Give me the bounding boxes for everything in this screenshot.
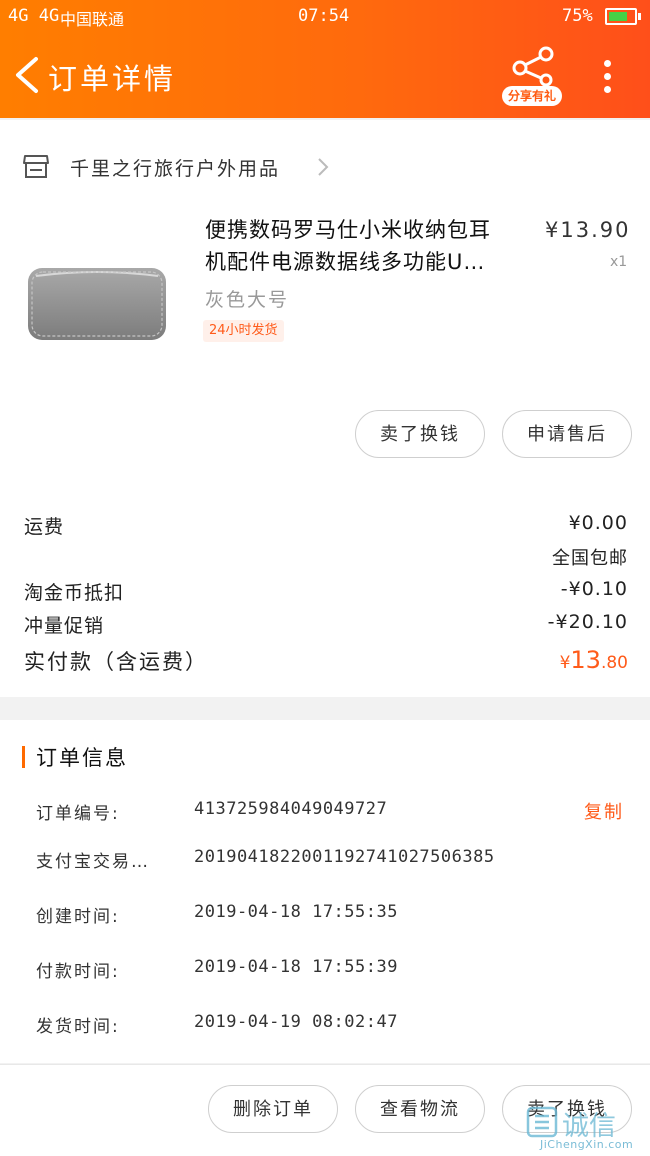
shipping-value: ¥0.00: [568, 512, 628, 534]
shipped-time-label: 发货时间:: [36, 1017, 120, 1037]
signal-indicator: 4G 4G: [8, 6, 60, 26]
created-time-label: 创建时间:: [36, 907, 120, 927]
product-variant: 灰色大号: [205, 289, 290, 311]
shipping-tag: 24小时发货: [203, 320, 284, 342]
order-info-title: 订单信息: [36, 746, 128, 770]
alipay-trade-value: 2019041822001192741027506385: [194, 847, 495, 867]
back-button[interactable]: [10, 55, 46, 95]
sell-exchange-button[interactable]: 卖了换钱: [355, 410, 485, 458]
product-price: ¥13.90: [545, 218, 631, 242]
order-number-label: 订单编号:: [36, 804, 120, 824]
share-icon: [512, 46, 554, 86]
shop-name: 千里之行旅行户外用品: [70, 158, 281, 180]
page-title: 订单详情: [48, 62, 177, 96]
created-time-value: 2019-04-18 17:55:35: [194, 902, 398, 922]
shipped-time-value: 2019-04-19 08:02:47: [194, 1012, 398, 1032]
coin-discount-value: -¥0.10: [560, 578, 628, 600]
alipay-trade-label: 支付宝交易…: [36, 852, 150, 872]
after-sale-button[interactable]: 申请售后: [502, 410, 632, 458]
order-number-value: 413725984049049727: [194, 799, 388, 819]
product-title[interactable]: 便携数码罗马仕小米收纳包耳 机配件电源数据线多功能U…: [205, 214, 525, 278]
total-paid-value: ¥13.80: [559, 646, 628, 674]
app-header: 4G 4G 中国联通 07:54 75% 订单详情 分享有礼: [0, 0, 650, 118]
view-logistics-button[interactable]: 查看物流: [355, 1085, 485, 1133]
paid-time-value: 2019-04-18 17:55:39: [194, 957, 398, 977]
battery-icon: [605, 8, 641, 25]
watermark-logo-icon: [526, 1106, 558, 1138]
product-quantity: x1: [610, 254, 628, 270]
promo-label: 冲量促销: [24, 615, 105, 637]
carrier-name: 中国联通: [60, 10, 125, 29]
clock: 07:54: [298, 6, 350, 26]
promo-value: -¥20.10: [547, 611, 628, 633]
chevron-right-icon: [318, 158, 329, 176]
store-icon: [23, 155, 49, 178]
shipping-label: 运费: [24, 516, 65, 538]
delete-order-button[interactable]: 删除订单: [208, 1085, 338, 1133]
share-button[interactable]: 分享有礼: [500, 46, 566, 108]
copy-button[interactable]: 复制: [584, 798, 624, 824]
share-reward-badge: 分享有礼: [502, 86, 562, 106]
battery-percent: 75%: [562, 6, 593, 26]
section-accent-bar: [22, 746, 25, 768]
paid-time-label: 付款时间:: [36, 962, 120, 982]
product-thumbnail[interactable]: [22, 262, 172, 346]
coin-discount-label: 淘金币抵扣: [24, 582, 125, 604]
watermark-domain: JiChengXin.com: [540, 1138, 634, 1151]
shipping-note: 全国包邮: [552, 548, 628, 569]
total-paid-label: 实付款（含运费）: [24, 650, 208, 674]
